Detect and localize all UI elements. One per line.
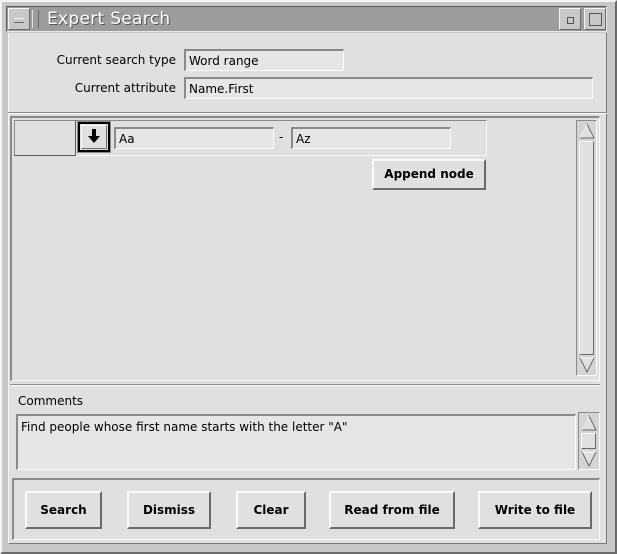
attribute-field: Name.First: [184, 77, 593, 99]
comments-textarea[interactable]: Find people whose first name starts with…: [16, 414, 576, 470]
minimize-icon: [567, 17, 574, 24]
range-from-input[interactable]: Aa: [114, 127, 274, 149]
title-bar-divider: [32, 10, 39, 28]
search-button[interactable]: Search: [25, 491, 102, 529]
comments-label: Comments: [18, 394, 84, 408]
scroll-up-icon[interactable]: [580, 414, 598, 432]
window-menu-icon: [14, 18, 24, 23]
scroll-down-icon[interactable]: [580, 450, 598, 468]
search-type-label: Current search type: [56, 53, 176, 67]
node-scroll-thumb[interactable]: [579, 141, 594, 355]
minimize-button[interactable]: [559, 8, 581, 30]
append-node-button[interactable]: Append node: [372, 159, 486, 190]
write-to-file-button[interactable]: Write to file: [478, 491, 592, 529]
maximize-button[interactable]: [584, 8, 606, 30]
read-from-file-button[interactable]: Read from file: [329, 491, 455, 529]
title-bar[interactable]: Expert Search Expert Search: [6, 6, 607, 32]
node-handle[interactable]: [14, 120, 76, 156]
down-arrow-icon: [88, 129, 100, 143]
clear-button[interactable]: Clear: [236, 491, 306, 529]
window-menu-button[interactable]: [8, 8, 30, 30]
maximize-icon: [589, 13, 602, 26]
separator: [10, 384, 600, 386]
comments-scrollbar[interactable]: [578, 412, 600, 470]
range-separator: -: [279, 130, 284, 144]
range-to-input[interactable]: Az: [291, 127, 451, 149]
separator: [8, 112, 607, 114]
attribute-label: Current attribute: [74, 81, 176, 95]
node-scrollbar[interactable]: [576, 120, 597, 376]
dismiss-button[interactable]: Dismiss: [127, 491, 211, 529]
search-type-field: Word range: [184, 49, 344, 71]
window-title: Expert Search: [47, 9, 171, 29]
comments-scroll-thumb[interactable]: [581, 433, 596, 449]
node-menu-button[interactable]: [77, 121, 111, 153]
scroll-down-icon[interactable]: [578, 356, 596, 374]
scroll-up-icon[interactable]: [578, 122, 596, 140]
